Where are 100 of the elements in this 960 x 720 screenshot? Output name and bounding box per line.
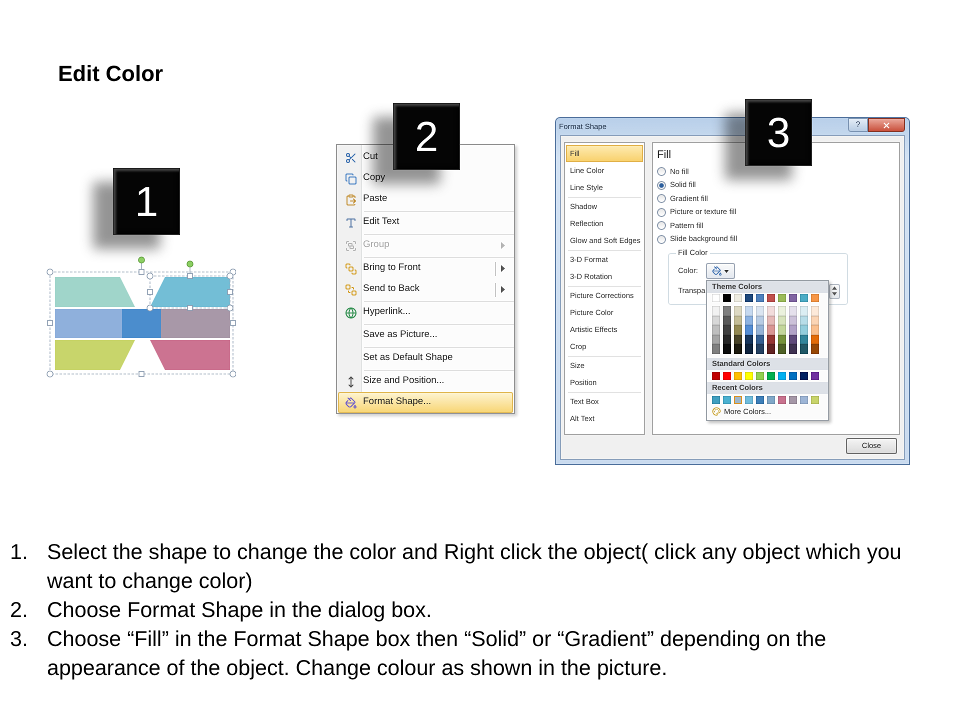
menu-item[interactable]: Edit Text [338, 212, 513, 233]
resize-handle[interactable] [147, 289, 153, 295]
radio-button[interactable] [657, 234, 666, 244]
color-swatch[interactable] [778, 396, 786, 404]
resize-handle[interactable] [138, 371, 144, 377]
color-swatch[interactable] [734, 372, 742, 380]
color-swatch[interactable] [767, 306, 775, 316]
spin-button[interactable] [829, 284, 840, 298]
color-swatch[interactable] [756, 344, 764, 354]
resize-handle[interactable] [187, 305, 193, 311]
color-swatch[interactable] [800, 306, 808, 316]
radio-button[interactable] [657, 221, 666, 230]
resize-handle[interactable] [46, 370, 54, 378]
color-swatch[interactable] [734, 325, 742, 334]
menu-item[interactable]: Set as Default Shape [338, 348, 513, 369]
menu-item[interactable]: Send to Back [338, 279, 513, 300]
menu-item[interactable]: Paste [338, 189, 513, 210]
step-number-badge: 1 [113, 168, 180, 235]
color-swatch[interactable] [811, 325, 819, 334]
close-button[interactable] [868, 118, 905, 132]
color-swatch[interactable] [778, 294, 786, 302]
color-swatch[interactable] [745, 306, 753, 316]
resize-handle[interactable] [187, 273, 193, 279]
color-swatch[interactable] [800, 372, 808, 380]
color-swatch[interactable] [723, 325, 731, 334]
color-swatch[interactable] [811, 372, 819, 380]
resize-handle[interactable] [146, 304, 154, 312]
resize-handle[interactable] [227, 289, 233, 295]
color-swatch[interactable] [778, 325, 786, 334]
color-swatch[interactable] [789, 344, 797, 354]
color-swatch[interactable] [723, 396, 731, 404]
resize-handle[interactable] [230, 370, 236, 378]
color-swatch[interactable] [723, 306, 731, 316]
color-swatch[interactable] [789, 294, 797, 302]
clipboard-icon [345, 194, 357, 206]
color-swatch[interactable] [767, 294, 775, 302]
color-swatch[interactable] [712, 396, 720, 404]
menu-item[interactable]: Format Shape... [338, 392, 513, 413]
color-swatch[interactable] [712, 306, 720, 316]
color-swatch[interactable] [811, 294, 819, 302]
color-swatch[interactable] [734, 344, 742, 354]
menu-item[interactable]: Bring to Front [338, 258, 513, 279]
color-swatch[interactable] [811, 344, 819, 354]
color-swatch[interactable] [800, 325, 808, 334]
color-swatch[interactable] [756, 396, 764, 404]
color-swatch[interactable] [745, 396, 753, 404]
color-swatch[interactable] [734, 294, 742, 302]
menu-item[interactable]: Size and Position... [338, 371, 513, 392]
color-swatch[interactable] [767, 396, 775, 404]
color-swatch[interactable] [723, 294, 731, 302]
color-picker-button[interactable] [706, 263, 735, 279]
radio-button[interactable] [657, 167, 666, 176]
color-swatch[interactable] [767, 325, 775, 334]
radio-button[interactable] [657, 180, 666, 190]
color-swatch[interactable] [789, 325, 797, 334]
color-swatch[interactable] [712, 344, 720, 354]
menu-item[interactable]: Hyperlink... [338, 302, 513, 323]
color-swatch[interactable] [745, 372, 753, 380]
radio-button[interactable] [657, 194, 666, 204]
color-swatch[interactable] [756, 294, 764, 302]
color-swatch[interactable] [789, 306, 797, 316]
list-number: 3. [10, 626, 29, 653]
color-swatch[interactable] [800, 294, 808, 302]
color-swatch[interactable] [712, 294, 720, 302]
color-swatch[interactable] [712, 372, 720, 380]
color-swatch[interactable] [756, 372, 764, 380]
color-swatch[interactable] [756, 306, 764, 316]
color-swatch[interactable] [756, 325, 764, 334]
resize-handle[interactable] [46, 268, 54, 276]
color-swatch[interactable] [811, 396, 819, 404]
menu-item[interactable]: Copy [338, 168, 513, 189]
help-button[interactable]: ? [848, 118, 868, 132]
menu-item[interactable]: Save as Picture... [338, 325, 513, 346]
color-swatch[interactable] [723, 372, 731, 380]
color-swatch[interactable] [745, 344, 753, 354]
step-text: Choose Format Shape in the dialog box. [47, 597, 433, 624]
color-swatch[interactable] [778, 306, 786, 316]
submenu-arrow-icon [501, 286, 505, 293]
resize-handle[interactable] [226, 304, 234, 312]
color-swatch[interactable] [778, 344, 786, 354]
color-swatch[interactable] [723, 344, 731, 354]
radio-button[interactable] [657, 208, 666, 217]
text-icon [345, 216, 357, 228]
color-swatch[interactable] [767, 372, 775, 380]
color-swatch[interactable] [778, 372, 786, 380]
resize-handle[interactable] [47, 320, 53, 326]
paint-bucket-icon [345, 396, 357, 408]
color-swatch[interactable] [789, 372, 797, 380]
resize-handle[interactable] [230, 320, 236, 326]
color-swatch[interactable] [745, 294, 753, 302]
color-swatch[interactable] [800, 396, 808, 404]
color-swatch[interactable] [734, 396, 742, 404]
color-swatch[interactable] [811, 306, 819, 316]
color-swatch[interactable] [712, 325, 720, 334]
color-swatch[interactable] [800, 344, 808, 354]
color-swatch[interactable] [767, 344, 775, 354]
color-swatch[interactable] [734, 306, 742, 316]
color-swatch[interactable] [789, 396, 797, 404]
step-number-badge: 3 [745, 99, 812, 166]
color-swatch[interactable] [745, 325, 753, 334]
